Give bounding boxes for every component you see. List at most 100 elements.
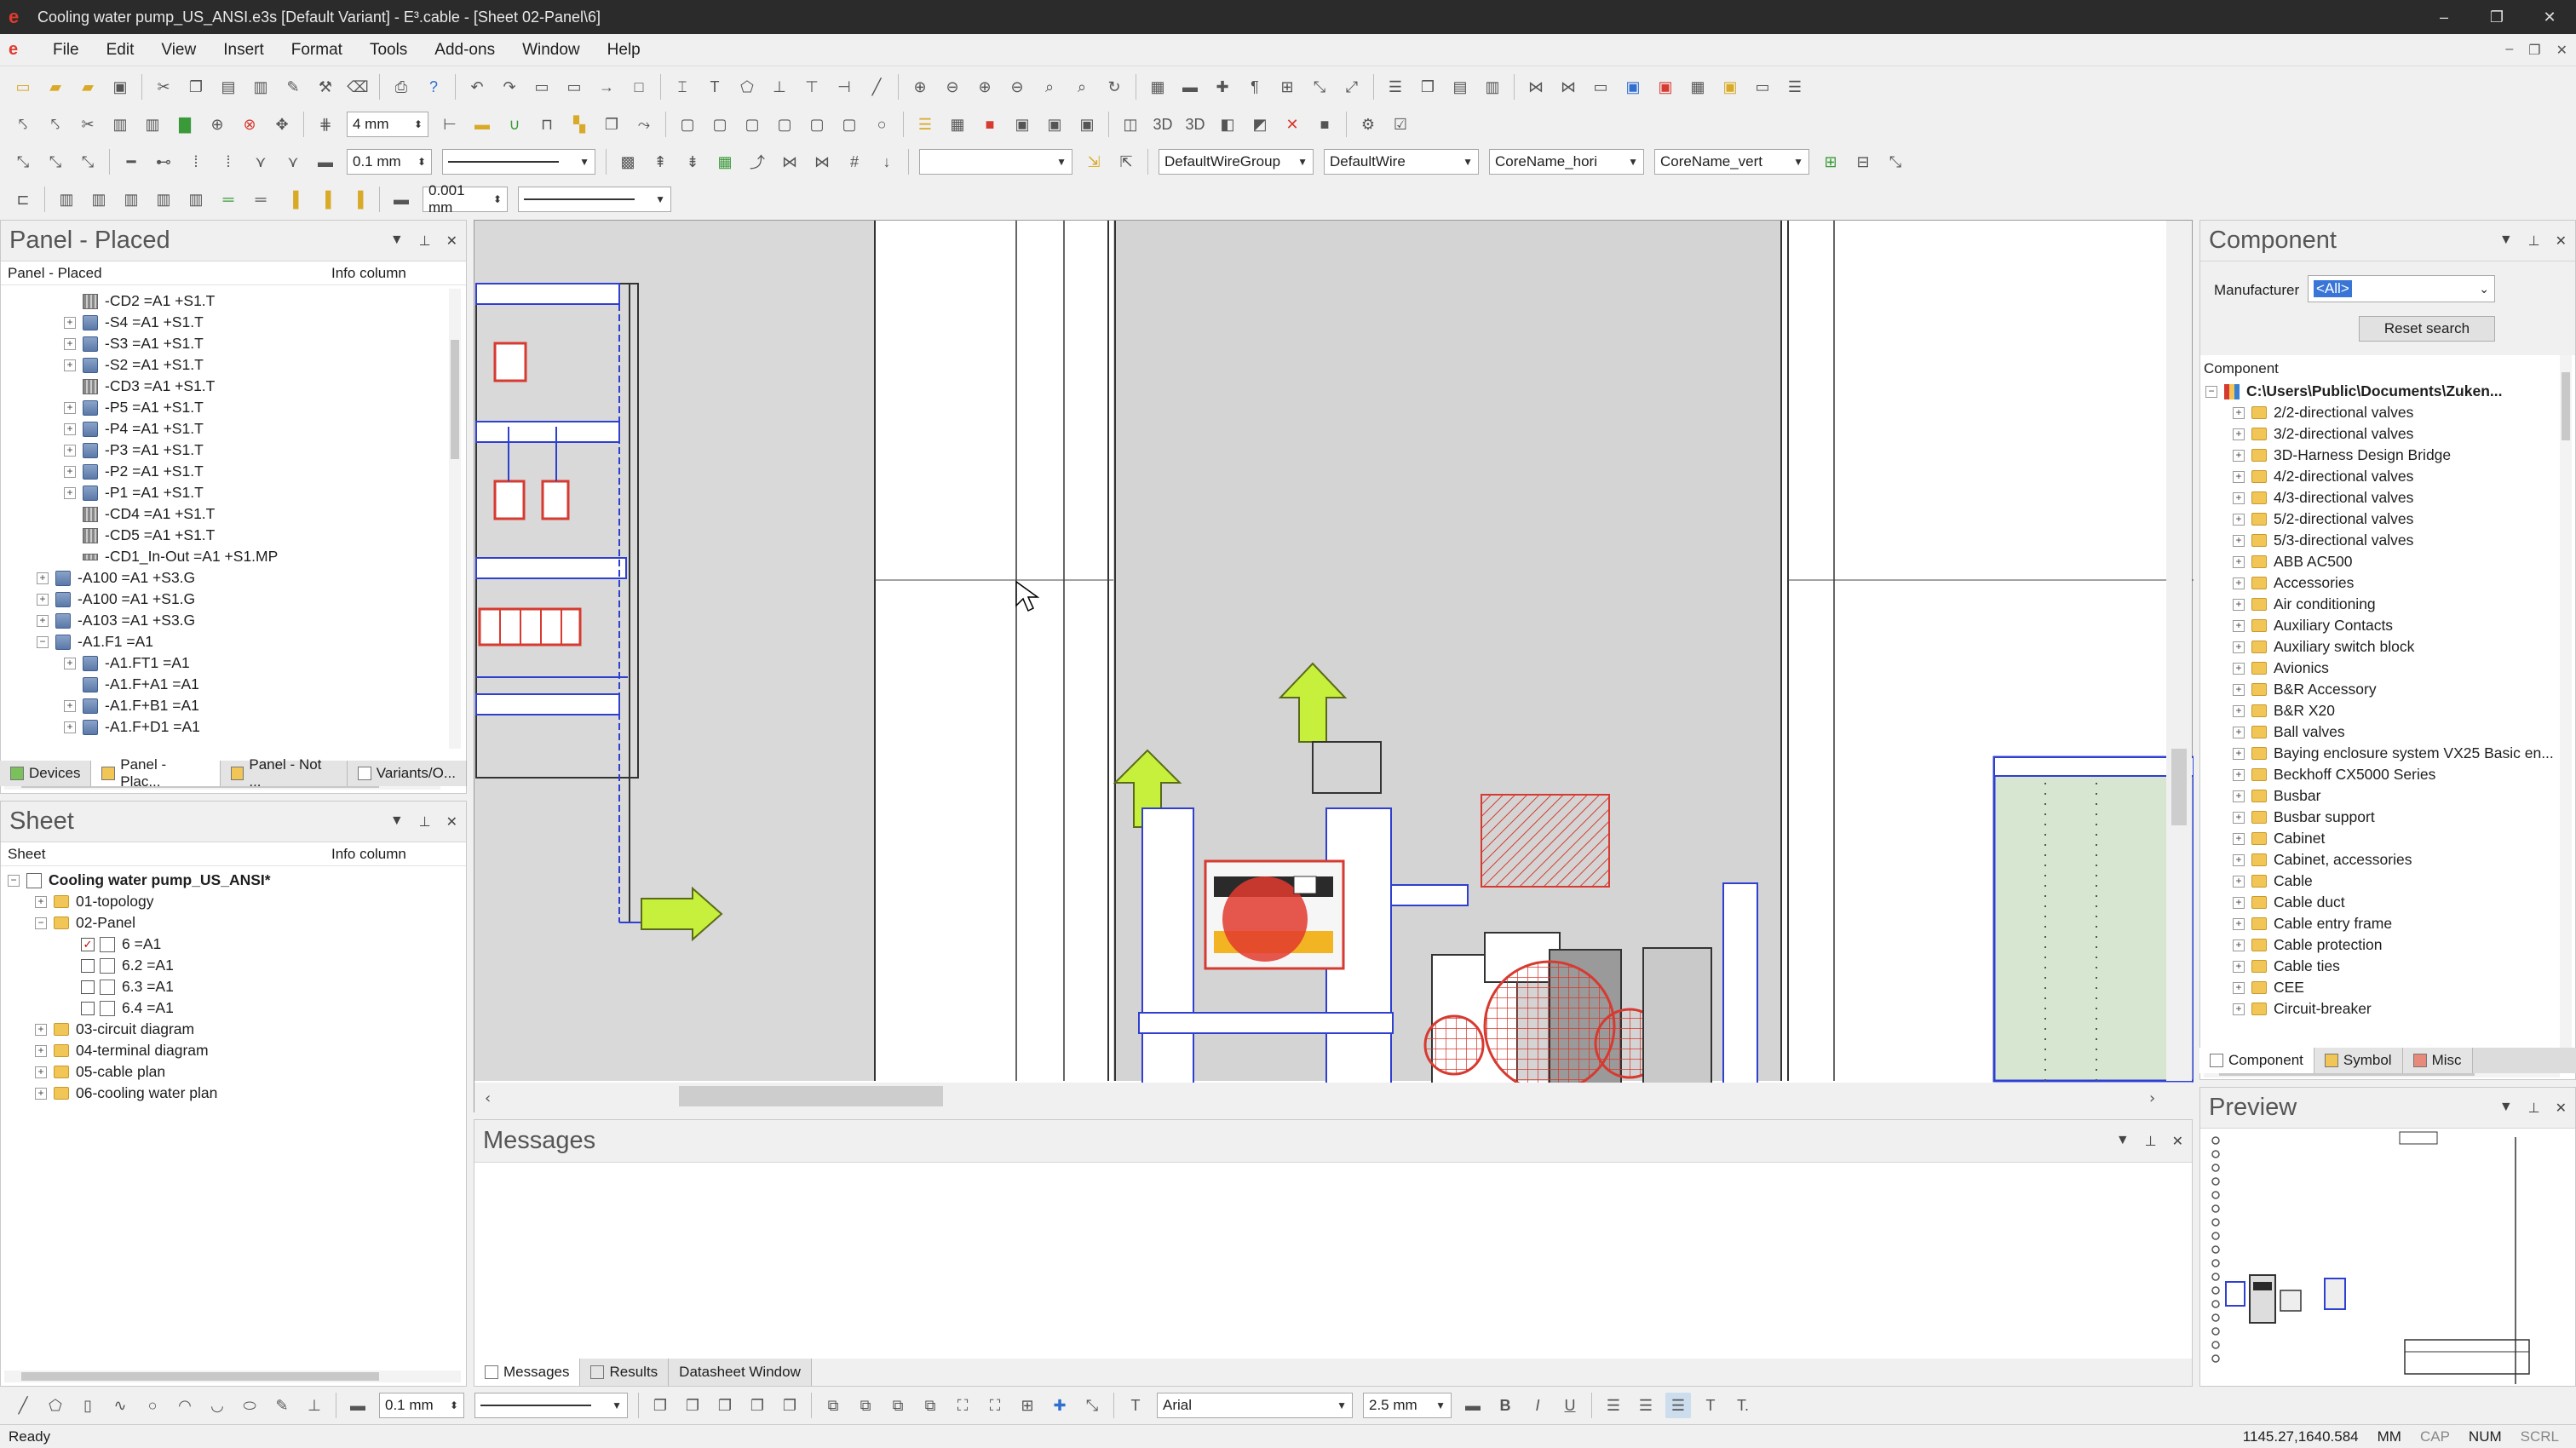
expand-icon[interactable]: + <box>2233 790 2245 802</box>
tab-panel-not-placed[interactable]: Panel - Not ... <box>220 756 348 790</box>
text-width-button[interactable]: T. <box>1730 1393 1756 1418</box>
expand-icon[interactable]: + <box>64 721 76 733</box>
block-icon-3[interactable]: ▢ <box>739 112 765 137</box>
expand-icon[interactable]: + <box>2233 811 2245 824</box>
print-icon[interactable]: ⎙ <box>388 74 414 100</box>
wire-copy-icon[interactable]: ❐ <box>599 112 624 137</box>
expand-icon[interactable]: + <box>35 1023 47 1036</box>
connect-icon[interactable]: ⤡ <box>1307 74 1332 100</box>
tree-item[interactable]: + -A1.F+B1 =A1 <box>1 695 466 716</box>
junction-icon[interactable]: ⊷ <box>151 149 176 175</box>
component-item[interactable]: +4/3-directional valves <box>2200 487 2575 509</box>
text-height-button[interactable]: T <box>1698 1393 1723 1418</box>
wand-icon[interactable]: ⚒ <box>313 74 338 100</box>
redo-icon[interactable]: ↷ <box>497 74 522 100</box>
route-icon[interactable]: ⤴ <box>745 149 770 175</box>
branch-icon[interactable]: ⋎ <box>248 149 273 175</box>
tree-item[interactable]: − -A1.F1 =A1 <box>1 631 466 652</box>
scissors-icon[interactable]: ✂ <box>75 112 101 137</box>
tab-variants[interactable]: Variants/O... <box>347 761 467 786</box>
red-box-icon[interactable]: ■ <box>977 112 1003 137</box>
align-right-icon[interactable]: ☰ <box>1665 1393 1691 1418</box>
window-cascade-icon[interactable]: ❒ <box>1415 74 1440 100</box>
expand-icon[interactable]: + <box>2233 406 2245 419</box>
text-color-icon[interactable]: ▬ <box>1460 1393 1486 1418</box>
group-icon-4[interactable]: ❐ <box>745 1393 770 1418</box>
tab-misc[interactable]: Misc <box>2402 1048 2473 1073</box>
sheet-icon[interactable]: ▭ <box>529 74 555 100</box>
wire-remove-icon[interactable]: ⊟ <box>1850 149 1876 175</box>
line-style-2-select[interactable]: ▼ <box>518 187 671 212</box>
expand-icon[interactable]: + <box>2233 513 2245 526</box>
tree-item[interactable]: + -P4 =A1 +S1.T <box>1 418 466 440</box>
component-vscroll[interactable] <box>2560 355 2572 1054</box>
image-icon[interactable]: ⛶ <box>950 1393 975 1418</box>
pane-menu-icon[interactable]: ▼ <box>390 233 404 250</box>
grid-icon[interactable]: ▦ <box>1145 74 1170 100</box>
net-icon[interactable]: ⋈ <box>777 149 802 175</box>
bold-button[interactable]: B <box>1492 1393 1518 1418</box>
expand-icon[interactable]: + <box>2233 939 2245 951</box>
wire-yellow-icon[interactable]: ▬ <box>469 112 495 137</box>
font-select[interactable]: Arial ▼ <box>1157 1393 1353 1418</box>
expand-icon[interactable]: + <box>2233 641 2245 653</box>
dots-icon-2[interactable]: ⁞ <box>216 149 241 175</box>
zoom-out-icon[interactable]: ⊖ <box>940 74 965 100</box>
wire-yellow-icon-2[interactable]: ▚ <box>566 112 592 137</box>
blank-select[interactable]: ▼ <box>919 149 1072 175</box>
close-button[interactable]: ✕ <box>2523 0 2576 34</box>
table-icon[interactable]: ▦ <box>945 112 970 137</box>
expand-icon[interactable]: + <box>64 337 76 350</box>
expand-icon[interactable]: + <box>35 1087 47 1100</box>
arrow-down-icon[interactable]: ↓ <box>874 149 900 175</box>
panel-drawing[interactable]: ‹ › <box>474 221 2194 1113</box>
view-window-icon[interactable]: ▭ <box>1750 74 1775 100</box>
collapse-icon[interactable]: − <box>8 874 20 887</box>
expand-icon[interactable]: + <box>64 699 76 712</box>
pin-icon[interactable]: ⊥ <box>419 233 431 250</box>
sheet-checkbox[interactable]: ✓ <box>81 937 95 951</box>
tree-item[interactable]: + -S3 =A1 +S1.T <box>1 333 466 354</box>
component-icon[interactable]: ▣ <box>1009 112 1035 137</box>
minimize-button[interactable]: – <box>2418 0 2470 34</box>
grid-snap-icon[interactable]: ⋕ <box>313 112 338 137</box>
branch-icon-2[interactable]: ⋎ <box>280 149 306 175</box>
component-icon-3[interactable]: ▣ <box>1074 112 1100 137</box>
tree-item[interactable]: -CD3 =A1 +S1.T <box>1 376 466 397</box>
wire-add-icon[interactable]: ⊞ <box>1818 149 1843 175</box>
copy-icon[interactable]: ❐ <box>183 74 209 100</box>
collapse-icon[interactable]: − <box>37 635 49 648</box>
tree-item[interactable]: + -A100 =A1 +S3.G <box>1 567 466 589</box>
tree-item[interactable]: ✓ 6 =A1 <box>1 934 466 955</box>
tab-component[interactable]: Component <box>2199 1048 2314 1073</box>
3d-color-icon[interactable]: ◩ <box>1247 112 1273 137</box>
align-left-icon[interactable]: ☰ <box>1601 1393 1626 1418</box>
3d-text-icon-2[interactable]: 3D <box>1182 112 1208 137</box>
menu-edit[interactable]: Edit <box>93 41 148 60</box>
component-item[interactable]: +5/3-directional valves <box>2200 530 2575 551</box>
tree-item[interactable]: -A1.F+A1 =A1 <box>1 674 466 695</box>
save-icon[interactable]: ▣ <box>107 74 133 100</box>
network-icon-2[interactable]: ⋈ <box>1555 74 1581 100</box>
menu-insert[interactable]: Insert <box>210 41 278 60</box>
expand-icon[interactable]: + <box>2233 896 2245 909</box>
view-color-icon[interactable]: ▣ <box>1717 74 1743 100</box>
menu-tools[interactable]: Tools <box>356 41 421 60</box>
collapse-icon[interactable]: − <box>35 916 47 929</box>
expand-icon[interactable]: + <box>37 614 49 627</box>
draw-freehand-icon[interactable]: ✎ <box>269 1393 295 1418</box>
expand-icon[interactable]: + <box>64 444 76 457</box>
expand-icon[interactable]: + <box>64 316 76 329</box>
text-tool-icon[interactable]: T <box>1123 1393 1148 1418</box>
cancel-link-icon[interactable]: ✕ <box>1279 112 1305 137</box>
open-icon[interactable]: ▰ <box>43 74 68 100</box>
cut-icon[interactable]: ✂ <box>151 74 176 100</box>
wire-group-select[interactable]: DefaultWireGroup ▼ <box>1159 149 1314 175</box>
expand-icon[interactable]: + <box>64 465 76 478</box>
component-item[interactable]: +3/2-directional valves <box>2200 423 2575 445</box>
tree-item[interactable]: +05-cable plan <box>1 1061 466 1083</box>
expand-icon[interactable]: + <box>2233 598 2245 611</box>
menu-window[interactable]: Window <box>509 41 594 60</box>
expand-icon[interactable]: + <box>64 401 76 414</box>
fill-color-icon[interactable]: ▬ <box>388 187 414 212</box>
